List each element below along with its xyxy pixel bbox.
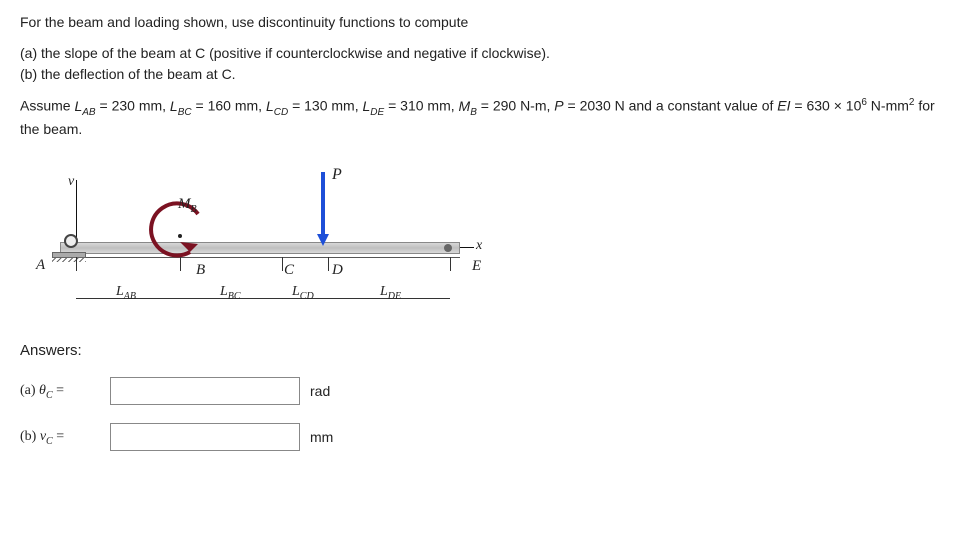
- answers-heading: Answers:: [20, 342, 940, 359]
- v-axis-label: v: [68, 174, 74, 190]
- point-c-label: C: [284, 262, 294, 279]
- lde-sym: L: [380, 284, 388, 299]
- force-p-label: P: [332, 166, 342, 184]
- answer-a-unit: rad: [310, 383, 330, 399]
- dim-lbc: LBC: [220, 284, 241, 302]
- answer-b-label: (b) vC =: [20, 429, 100, 447]
- force-p-arrow: [317, 172, 329, 246]
- b-prefix: (b): [20, 429, 40, 444]
- beam-centerline: [60, 257, 460, 258]
- answer-b-unit: mm: [310, 429, 333, 445]
- assume-prefix: Assume: [20, 98, 74, 114]
- beam-body: [60, 242, 460, 254]
- tick-a: [76, 257, 77, 271]
- beam-diagram: v x P MB A B C D E LAB LBC LCD LDE: [20, 154, 490, 324]
- lab-sub: AB: [124, 291, 136, 302]
- part-b-text: (b) the deflection of the beam at C.: [20, 66, 236, 82]
- lab-sym: L: [116, 284, 124, 299]
- lcd-sym: L: [292, 284, 300, 299]
- a-prefix: (a): [20, 383, 39, 398]
- point-b-label: B: [196, 262, 205, 279]
- answers-section: Answers: (a) θC = rad (b) vC = mm: [20, 342, 940, 451]
- lbc-sym: L: [220, 284, 228, 299]
- mb-sym: M: [178, 196, 191, 212]
- answer-a-label: (a) θC =: [20, 383, 100, 401]
- mb-sub: B: [191, 204, 197, 215]
- x-axis-label: x: [476, 238, 482, 254]
- point-d-label: D: [332, 262, 343, 279]
- dim-lde: LDE: [380, 284, 401, 302]
- tick-e: [450, 257, 451, 271]
- problem-statement: For the beam and loading shown, use disc…: [20, 12, 940, 140]
- theta-c-input[interactable]: [110, 377, 300, 405]
- b-eq: =: [53, 429, 64, 444]
- tick-c: [282, 257, 283, 271]
- pin-support-a: [62, 232, 80, 250]
- v-c-input[interactable]: [110, 423, 300, 451]
- point-e-label: E: [472, 258, 481, 275]
- tick-d: [328, 257, 329, 271]
- part-a-text: (a) the slope of the beam at C (positive…: [20, 45, 550, 61]
- b-sub: C: [46, 435, 53, 446]
- point-a-label: A: [36, 257, 45, 274]
- lcd-sub: CD: [300, 291, 314, 302]
- intro-text: For the beam and loading shown, use disc…: [20, 12, 940, 33]
- assumptions: Assume LAB = 230 mm, LBC = 160 mm, LCD =…: [20, 95, 940, 140]
- lbc-sub: BC: [228, 291, 241, 302]
- dim-lab: LAB: [116, 284, 136, 302]
- pin-base-a: [52, 252, 86, 262]
- dim-lcd: LCD: [292, 284, 314, 302]
- x-axis: [460, 247, 474, 248]
- lde-sub: DE: [388, 291, 401, 302]
- answer-row-b: (b) vC = mm: [20, 423, 940, 451]
- tick-b: [180, 257, 181, 271]
- a-sub: C: [46, 389, 53, 400]
- a-eq: =: [53, 383, 64, 398]
- answer-row-a: (a) θC = rad: [20, 377, 940, 405]
- moment-mb-label: MB: [178, 196, 197, 215]
- a-symbol: θ: [39, 383, 46, 398]
